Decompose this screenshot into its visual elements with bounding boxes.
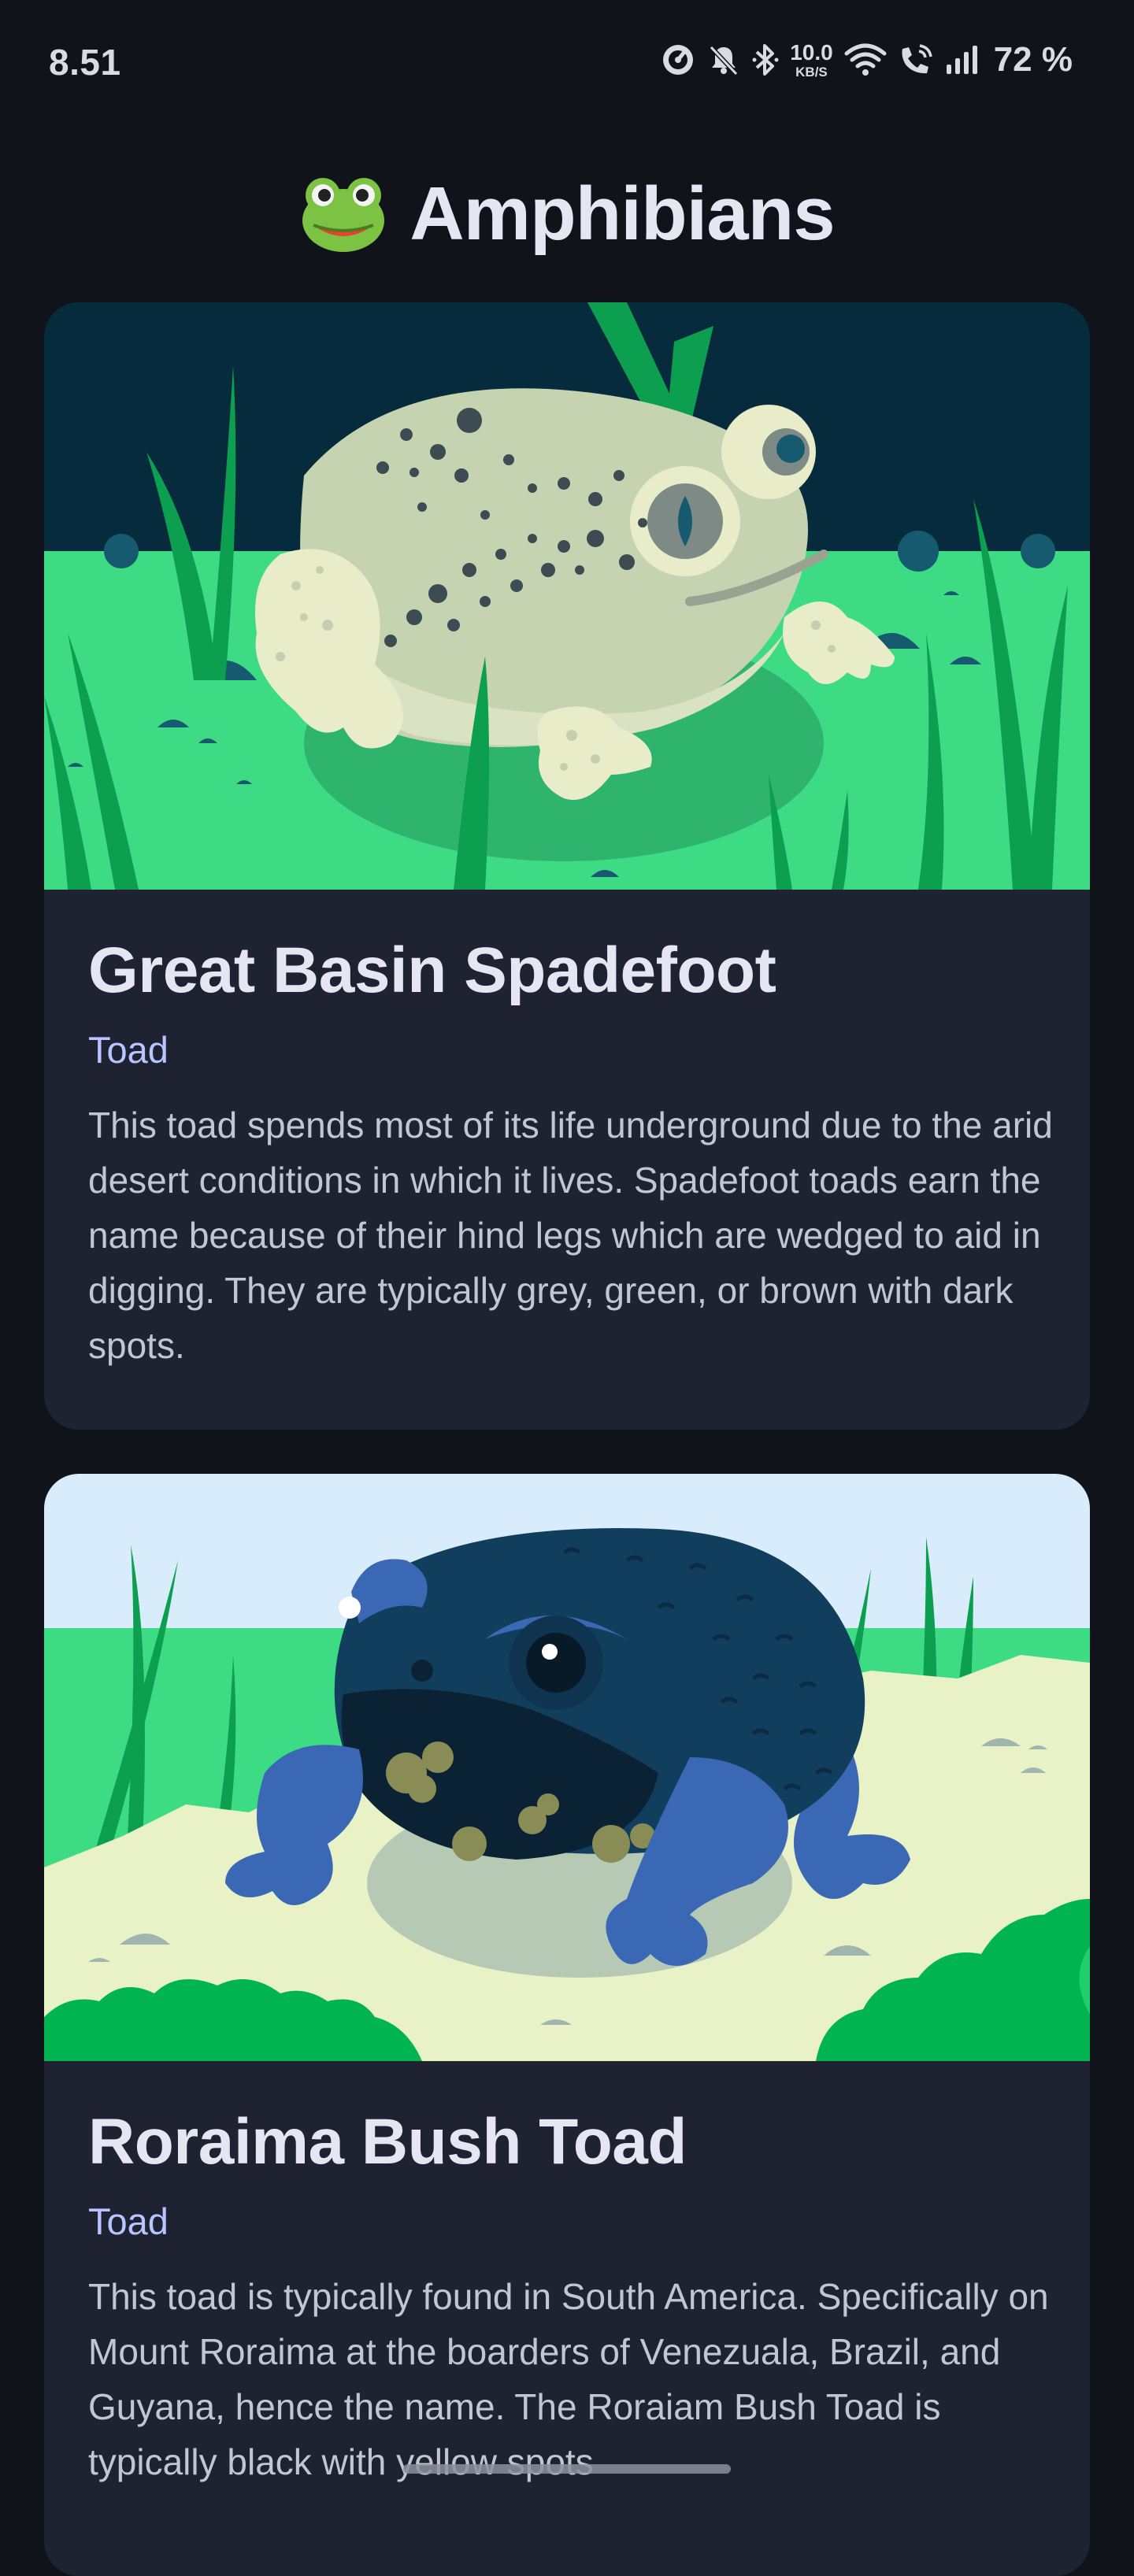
network-speed-value: 10.0 <box>790 39 833 65</box>
frog-face-icon <box>299 168 387 261</box>
home-indicator[interactable] <box>403 2464 731 2474</box>
card-title: Roraima Bush Toad <box>88 2106 687 2178</box>
card-body: Roraima Bush Toad Toad This toad is typi… <box>44 2061 1090 2489</box>
network-speed-unit: KB/S <box>795 64 828 80</box>
page-title: Amphibians <box>0 167 1134 261</box>
amphibian-card[interactable]: Roraima Bush Toad Toad This toad is typi… <box>44 1474 1090 2576</box>
amphibian-card[interactable]: Great Basin Spadefoot Toad This toad spe… <box>44 302 1090 1430</box>
status-icons: 10.0 KB/S 72 % <box>661 36 1073 83</box>
card-description: This toad spends most of its life underg… <box>88 1104 1053 1366</box>
wifi-call-icon <box>898 43 934 77</box>
speedometer-icon <box>661 43 695 77</box>
page-title-text: Amphibians <box>410 172 835 256</box>
spadefoot-toad-image <box>44 302 1090 890</box>
card-title: Great Basin Spadefoot <box>88 935 776 1006</box>
card-type-label: Toad <box>88 2200 169 2243</box>
network-speed: 10.0 KB/S <box>790 39 833 80</box>
card-type-label: Toad <box>88 1029 169 1071</box>
bush-toad-image <box>44 1474 1090 2061</box>
bell-off-icon <box>706 43 741 77</box>
status-time: 8.51 <box>49 42 121 83</box>
wifi-icon <box>844 43 887 77</box>
status-bar: 8.51 10.0 KB/S 72 % <box>0 0 1134 126</box>
card-body: Great Basin Spadefoot Toad This toad spe… <box>44 890 1090 1373</box>
bluetooth-icon <box>752 43 779 77</box>
signal-icon <box>945 43 981 77</box>
card-description: This toad is typically found in South Am… <box>88 2275 1049 2482</box>
battery-level: 72 % <box>993 40 1073 79</box>
